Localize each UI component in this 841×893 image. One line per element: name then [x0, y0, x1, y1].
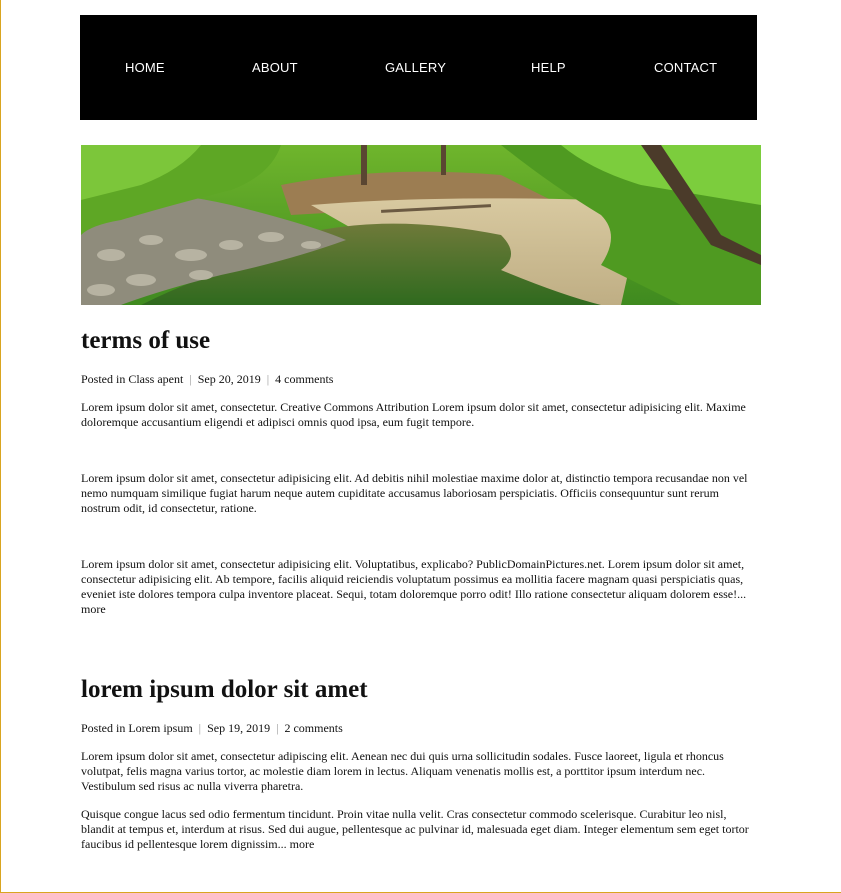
- post-paragraph: Quisque congue lacus sed odio fermentum …: [81, 807, 761, 852]
- post-meta: Posted in Class apent | Sep 20, 2019 | 4…: [81, 372, 761, 387]
- post-comments-link[interactable]: 4 comments: [275, 372, 333, 386]
- read-more-link[interactable]: more: [290, 837, 315, 851]
- meta-separator: |: [276, 721, 279, 735]
- post-meta-prefix: Posted in: [81, 372, 126, 386]
- post-paragraph: Lorem ipsum dolor sit amet, consectetur …: [81, 471, 748, 515]
- post-paragraph-text: Lorem ipsum dolor sit amet, consectetur …: [81, 557, 747, 601]
- meta-separator: |: [189, 372, 192, 386]
- main-content: terms of use Posted in Class apent | Sep…: [81, 322, 761, 852]
- post-date: Sep 19, 2019: [207, 721, 271, 735]
- meta-separator: |: [266, 372, 270, 386]
- post-date: Sep 20, 2019: [197, 372, 261, 386]
- meta-separator: |: [198, 721, 202, 735]
- nav-gallery-link[interactable]: GALLERY: [385, 60, 446, 75]
- read-more-link[interactable]: more: [81, 602, 106, 616]
- post-meta: Posted in Lorem ipsum | Sep 19, 2019 | 2…: [81, 721, 761, 736]
- banner-creek-illustration: [81, 145, 761, 305]
- nav-help-link[interactable]: HELP: [531, 60, 566, 75]
- post-meta-prefix: Posted in: [81, 721, 126, 735]
- nav-about-link[interactable]: ABOUT: [252, 60, 298, 75]
- post-article: lorem ipsum dolor sit amet Posted in Lor…: [81, 671, 761, 852]
- post-comments-link[interactable]: 2 comments: [284, 721, 342, 735]
- post-category-link[interactable]: Lorem ipsum: [128, 721, 192, 735]
- nav-contact-link[interactable]: CONTACT: [654, 60, 717, 75]
- page-frame-left: [0, 0, 1, 893]
- post-title[interactable]: lorem ipsum dolor sit amet: [81, 671, 761, 709]
- post-paragraph: Lorem ipsum dolor sit amet, consectetur.…: [81, 400, 746, 429]
- post-paragraph: Lorem ipsum dolor sit amet, consectetur …: [81, 557, 761, 617]
- banner-image: [81, 145, 761, 305]
- post-article: terms of use Posted in Class apent | Sep…: [81, 322, 761, 617]
- post-paragraph: Lorem ipsum dolor sit amet, consectetur …: [81, 749, 724, 793]
- post-paragraph-text: Quisque congue lacus sed odio fermentum …: [81, 807, 749, 851]
- nav-home-link[interactable]: HOME: [125, 60, 165, 75]
- main-nav: HOME ABOUT GALLERY HELP CONTACT: [80, 15, 757, 120]
- post-title[interactable]: terms of use: [81, 322, 761, 360]
- post-category-link[interactable]: Class apent: [128, 372, 183, 386]
